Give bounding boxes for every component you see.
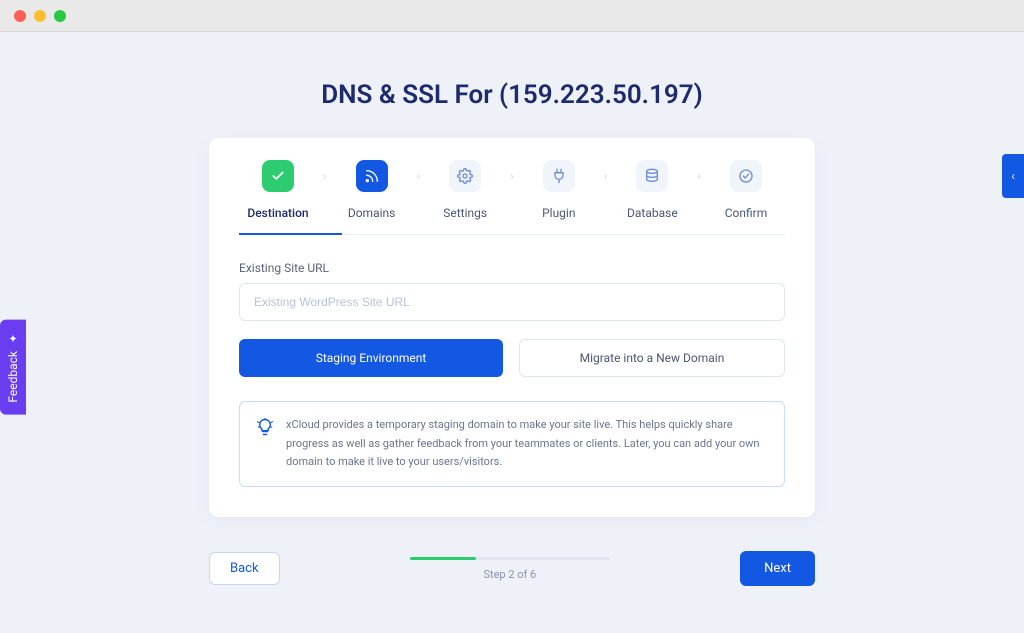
progress-bar <box>410 557 610 560</box>
step-destination[interactable] <box>243 160 313 192</box>
chevron-right-icon: › <box>601 169 611 183</box>
step-label-destination: Destination <box>243 206 313 220</box>
sparkle-icon: ✦ <box>7 332 20 345</box>
step-settings[interactable] <box>430 160 500 192</box>
chevron-right-icon: › <box>413 169 423 183</box>
progress-label: Step 2 of 6 <box>320 568 701 581</box>
gear-icon <box>449 160 481 192</box>
chevron-right-icon: › <box>507 169 517 183</box>
window-close-dot[interactable] <box>14 10 26 22</box>
stepper-icons: › › › › <box>239 160 785 192</box>
wizard-footer: Back Step 2 of 6 Next <box>209 551 815 586</box>
progress-fill <box>410 557 476 560</box>
step-label-database: Database <box>617 206 687 220</box>
progress-container: Step 2 of 6 <box>320 557 701 581</box>
step-label-confirm: Confirm <box>711 206 781 220</box>
window-titlebar <box>0 0 1024 32</box>
existing-site-url-input[interactable] <box>239 283 785 321</box>
step-database[interactable] <box>617 160 687 192</box>
window-minimize-dot[interactable] <box>34 10 46 22</box>
plug-icon <box>543 160 575 192</box>
chevron-left-icon: ‹ <box>1011 169 1015 183</box>
stepper-underline <box>239 234 785 235</box>
lightbulb-icon <box>256 418 274 436</box>
info-callout: xCloud provides a temporary staging doma… <box>239 401 785 487</box>
info-text: xCloud provides a temporary staging doma… <box>286 416 768 472</box>
page-title: DNS & SSL For (159.223.50.197) <box>0 80 1024 110</box>
window-maximize-dot[interactable] <box>54 10 66 22</box>
globe-icon <box>356 160 388 192</box>
tab-staging-environment[interactable]: Staging Environment <box>239 339 503 377</box>
stepper-active-indicator <box>239 233 342 235</box>
side-panel-toggle[interactable]: ‹ <box>1002 154 1024 198</box>
back-button[interactable]: Back <box>209 552 280 585</box>
chevron-right-icon: › <box>320 169 330 183</box>
step-label-domains: Domains <box>337 206 407 220</box>
domain-mode-tabs: Staging Environment Migrate into a New D… <box>239 339 785 377</box>
url-field-label: Existing Site URL <box>239 261 785 275</box>
step-label-plugin: Plugin <box>524 206 594 220</box>
check-icon <box>262 160 294 192</box>
next-button[interactable]: Next <box>740 551 815 586</box>
step-label-settings: Settings <box>430 206 500 220</box>
stepper-labels: Destination Domains Settings Plugin Data… <box>239 206 785 220</box>
check-circle-icon <box>730 160 762 192</box>
step-plugin[interactable] <box>524 160 594 192</box>
chevron-right-icon: › <box>694 169 704 183</box>
feedback-label: Feedback <box>6 351 20 403</box>
step-domains[interactable] <box>337 160 407 192</box>
step-confirm[interactable] <box>711 160 781 192</box>
tab-migrate-new-domain[interactable]: Migrate into a New Domain <box>519 339 785 377</box>
database-icon <box>636 160 668 192</box>
feedback-tab[interactable]: Feedback ✦ <box>0 320 26 415</box>
wizard-card: › › › › <box>209 138 815 517</box>
